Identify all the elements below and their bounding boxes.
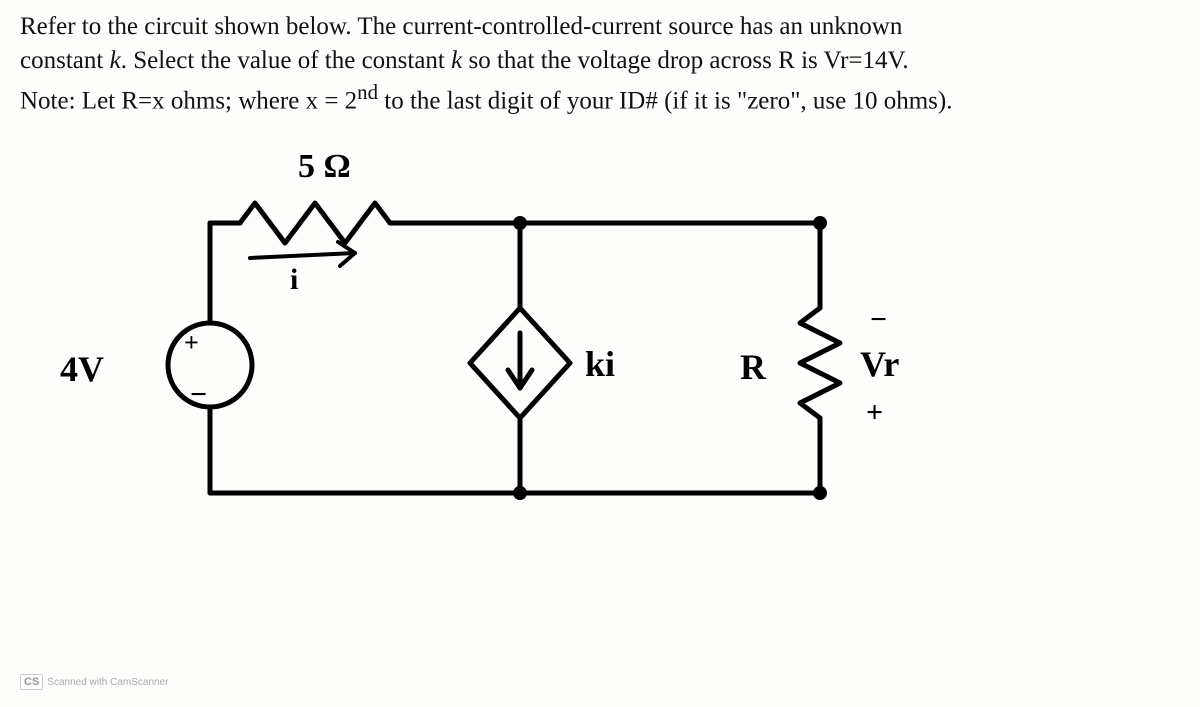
current-i-label: i: [290, 263, 298, 297]
text-line-2c: so that the voltage drop across R is Vr=…: [462, 47, 908, 74]
text-line-2a: constant: [20, 47, 110, 74]
scanner-watermark: CS Scanned with CamScanner: [20, 674, 168, 690]
circuit-svg: [40, 148, 940, 578]
text-line-1: Refer to the circuit shown below. The cu…: [20, 13, 902, 40]
text-line-3b: to the last digit of your ID# (if it is …: [378, 87, 953, 114]
resistor-5ohm-label: 5 Ω: [298, 148, 351, 186]
vr-label: Vr: [860, 343, 899, 385]
cs-icon: CS: [20, 674, 43, 690]
circuit-diagram: 5 Ω i + − 4V ki R Vr − +: [40, 148, 940, 578]
source-minus-label: −: [190, 378, 207, 412]
page: Refer to the circuit shown below. The cu…: [20, 10, 1180, 690]
constant-k-1: k: [110, 47, 121, 74]
constant-k-2: k: [451, 47, 462, 74]
voltage-source-label: 4V: [60, 348, 104, 390]
watermark-text: Scanned with CamScanner: [47, 677, 168, 688]
resistor-R-label: R: [740, 346, 766, 388]
dependent-source-ki-label: ki: [585, 343, 615, 385]
vr-plus-label: +: [866, 396, 883, 430]
text-line-2b: . Select the value of the constant: [121, 47, 451, 74]
source-plus-label: +: [184, 328, 199, 358]
text-line-3a: Note: Let R=x ohms; where x = 2: [20, 87, 357, 114]
problem-statement: Refer to the circuit shown below. The cu…: [20, 10, 1180, 118]
superscript-nd: nd: [357, 80, 378, 104]
vr-minus-label: −: [870, 303, 887, 337]
